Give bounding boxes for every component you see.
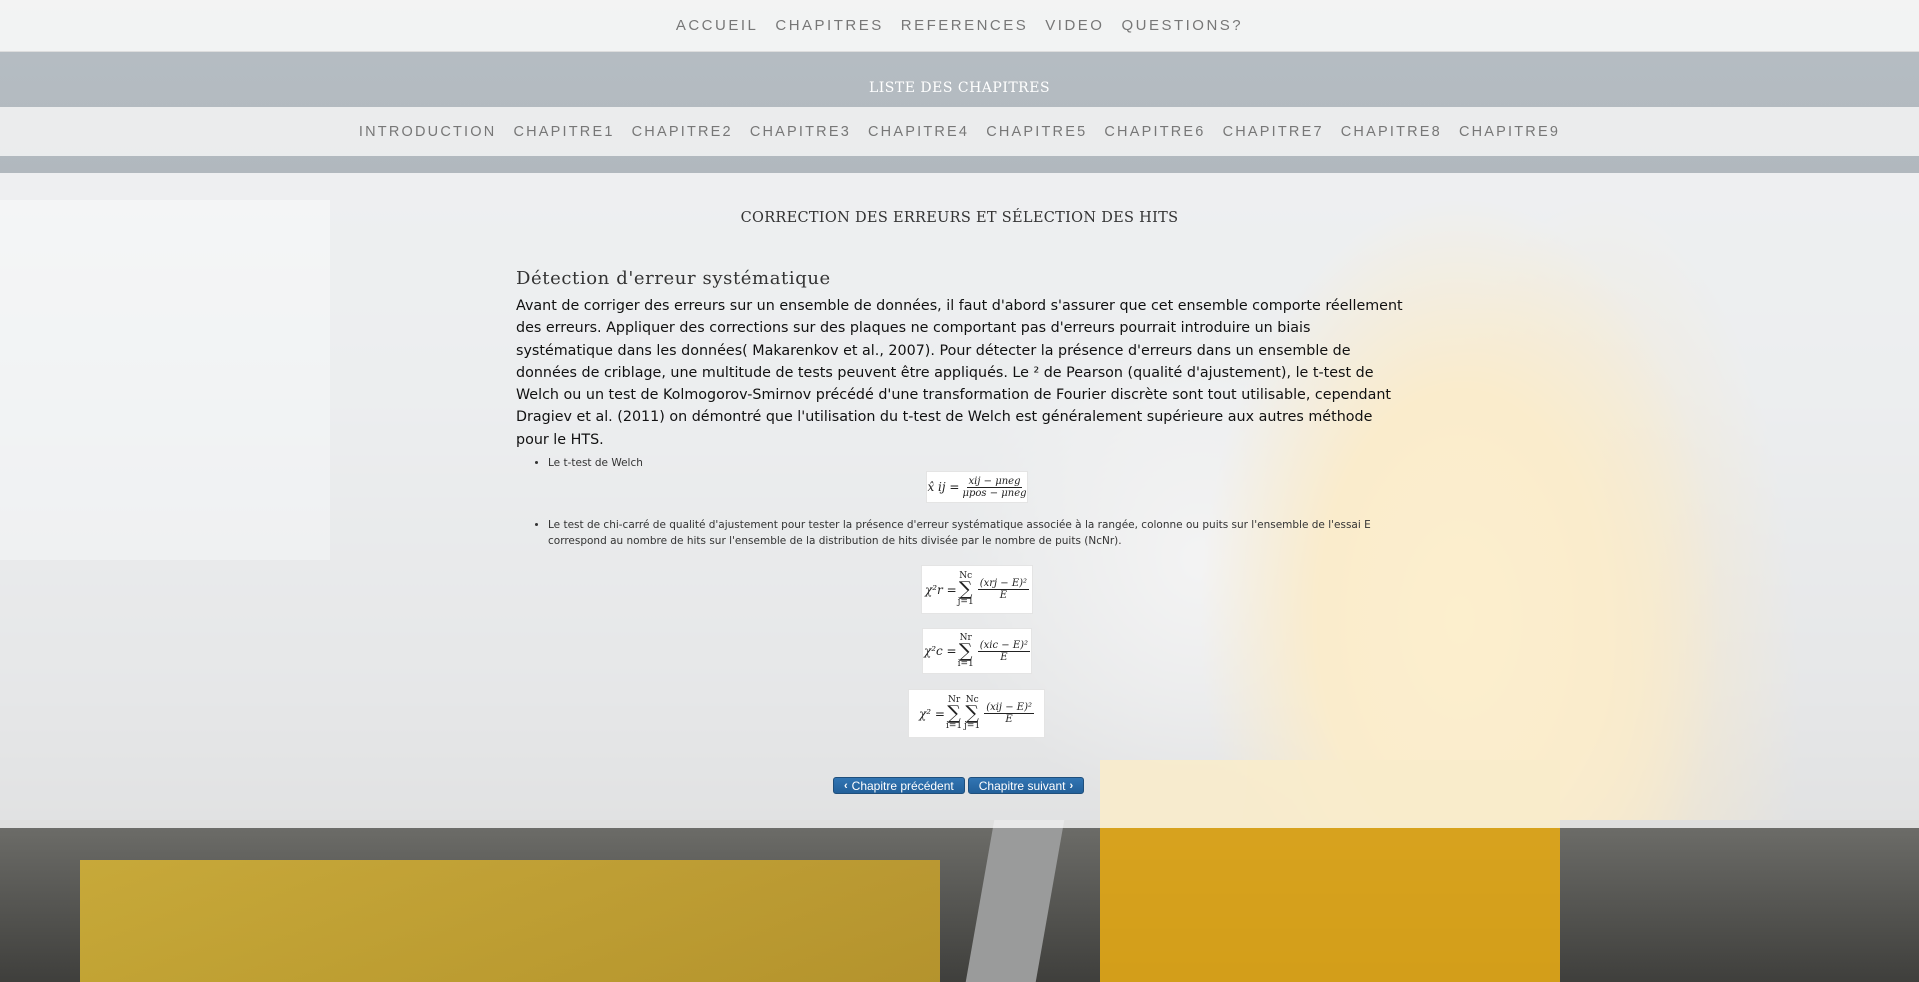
next-chapter-label: Chapitre suivant (978, 778, 1066, 793)
next-chapter-button[interactable]: Chapitre suivant › (967, 777, 1085, 794)
chapter-list-title: LISTE DES CHAPITRES (868, 80, 1051, 96)
bullet-list-chi2: Le test de chi-carré de qualité d'ajuste… (516, 517, 1408, 549)
chevron-left-icon: ‹ (844, 779, 848, 792)
formula-chi2-row-sum: Nc ∑ j=1 (958, 572, 974, 607)
article-body: Détection d'erreur systématique Avant de… (516, 268, 1406, 451)
chapter-3[interactable]: CHAPITRE3 (750, 124, 851, 140)
formula-welch-fraction: xij − μneg μpos − μneg (962, 476, 1026, 499)
formula-welch: x̂ ij = xij − μneg μpos − μneg (926, 471, 1028, 503)
chapter-5[interactable]: CHAPITRE5 (986, 124, 1087, 140)
nav-references[interactable]: REFERENCES (901, 17, 1029, 34)
main-content-panel: CORRECTION DES ERREURS ET SÉLECTION DES … (0, 173, 1919, 828)
chevron-right-icon: › (1069, 779, 1074, 792)
sum-lower-bound: j=1 (964, 721, 981, 731)
formula-chi2-total-lhs: χ² = (919, 706, 945, 721)
formula-chi2-total-sum-columns: Nc ∑ j=1 (964, 696, 980, 731)
chapter-4[interactable]: CHAPITRE4 (868, 124, 969, 140)
fraction-numerator: (xrj − E)² (977, 578, 1030, 590)
formula-welch-lhs: x̂ ij = (927, 480, 960, 494)
fraction-denominator: E (1000, 651, 1008, 663)
sigma-symbol: ∑ (965, 702, 979, 724)
bullet-welch-test: Le t-test de Welch (548, 455, 1408, 471)
chapter-introduction[interactable]: INTRODUCTION (359, 124, 497, 140)
nav-video[interactable]: VIDEO (1045, 17, 1104, 34)
chapter-navigation: INTRODUCTION CHAPITRE1 CHAPITRE2 CHAPITR… (0, 107, 1919, 156)
formula-chi2-column: χ²c = Nr ∑ i=1 (xic − E)² E (922, 628, 1032, 674)
top-navigation: ACCUEIL CHAPITRES REFERENCES VIDEO QUEST… (0, 0, 1919, 52)
formula-chi2-total: χ² = Nr ∑ i=1 Nc ∑ j=1 (xij − E)² E (908, 689, 1045, 738)
fraction-denominator: E (999, 590, 1008, 601)
chapter-2[interactable]: CHAPITRE2 (632, 124, 733, 140)
bullet-list-welch: Le t-test de Welch (516, 455, 1408, 471)
sum-lower-bound: i=1 (957, 658, 974, 669)
chapter-7[interactable]: CHAPITRE7 (1223, 124, 1324, 140)
section-title: CORRECTION DES ERREURS ET SÉLECTION DES … (740, 210, 1179, 226)
formula-chi2-total-fraction: (xij − E)² E (984, 702, 1034, 725)
fraction-numerator: (xic − E)² (977, 639, 1031, 652)
formula-chi2-row-fraction: (xrj − E)² E (977, 578, 1030, 601)
chapter-1[interactable]: CHAPITRE1 (513, 124, 614, 140)
formula-chi2-total-sum-rows: Nr ∑ i=1 (946, 696, 962, 731)
bullet-chi-square-test: Le test de chi-carré de qualité d'ajuste… (548, 517, 1408, 549)
formula-chi2-column-lhs: χ²c = (923, 644, 957, 658)
chapter-6[interactable]: CHAPITRE6 (1104, 124, 1205, 140)
formula-chi2-column-fraction: (xic − E)² E (977, 639, 1031, 663)
formula-welch-numerator: xij − μneg (966, 475, 1023, 488)
previous-chapter-label: Chapitre précédent (851, 778, 954, 793)
chapter-pagination: ‹ Chapitre précédent Chapitre suivant › (833, 777, 1085, 794)
article-paragraph: Avant de corriger des erreurs sur un ens… (516, 298, 1403, 448)
formula-welch-denominator: μpos − μneg (962, 487, 1027, 499)
sigma-symbol: ∑ (947, 702, 961, 724)
article-heading: Détection d'erreur systématique (516, 268, 831, 289)
sum-lower-bound: j=1 (957, 597, 974, 607)
nav-questions[interactable]: QUESTIONS? (1121, 17, 1243, 34)
chapter-8[interactable]: CHAPITRE8 (1341, 124, 1442, 140)
formula-chi2-column-sum: Nr ∑ i=1 (957, 633, 974, 669)
background-table (80, 860, 940, 982)
nav-chapitres[interactable]: CHAPITRES (775, 17, 883, 34)
fraction-denominator: E (1005, 714, 1013, 725)
nav-accueil[interactable]: ACCUEIL (676, 17, 759, 34)
chapter-9[interactable]: CHAPITRE9 (1459, 124, 1560, 140)
sum-lower-bound: i=1 (945, 721, 963, 731)
sigma-symbol: ∑ (958, 639, 973, 662)
sigma-symbol: ∑ (958, 578, 973, 600)
formula-chi2-row: χ²r = Nc ∑ j=1 (xrj − E)² E (921, 565, 1033, 614)
previous-chapter-button[interactable]: ‹ Chapitre précédent (833, 777, 965, 794)
fraction-numerator: (xij − E)² (984, 702, 1034, 714)
formula-chi2-row-lhs: χ²r = (924, 582, 957, 597)
